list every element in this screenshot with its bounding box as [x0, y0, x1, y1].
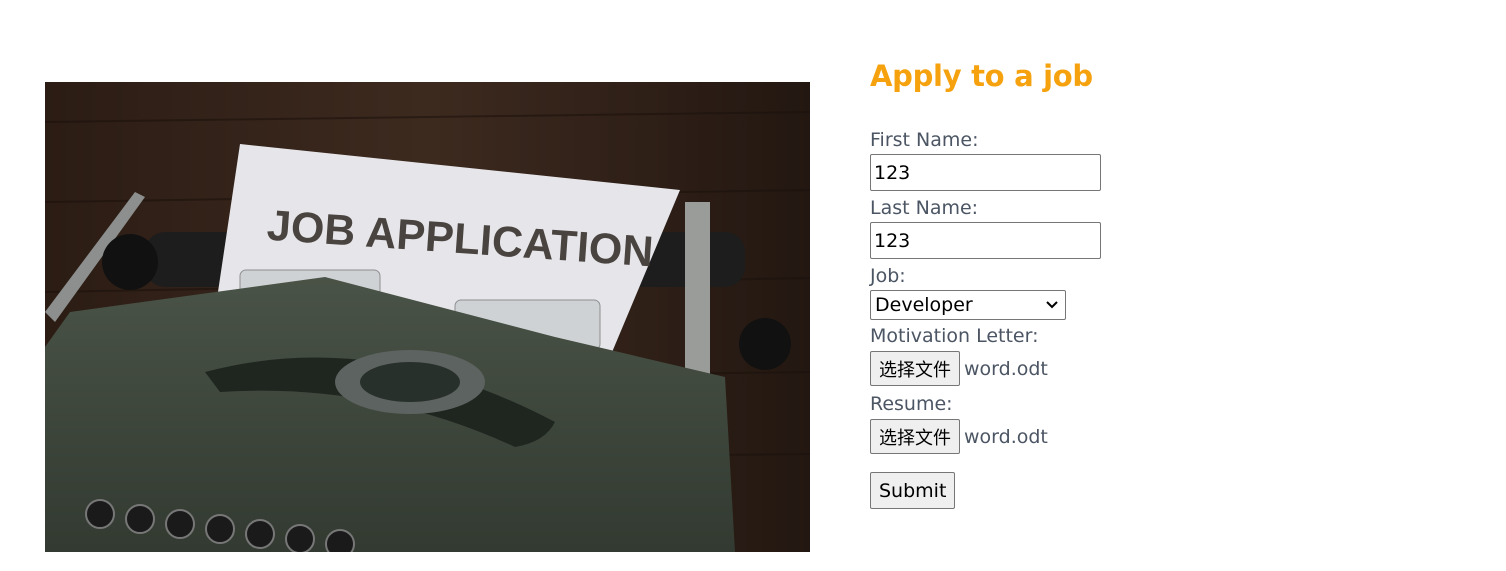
resume-file-input: 选择文件 word.odt [870, 418, 1270, 455]
job-select[interactable]: Developer [870, 290, 1066, 320]
motivation-letter-file-name: word.odt [964, 357, 1048, 380]
chevron-down-icon [1046, 301, 1058, 309]
job-application-photo: JOB APPLICATION [45, 82, 810, 552]
job-label: Job: [870, 265, 906, 287]
job-select-value: Developer [875, 294, 973, 316]
form-heading: Apply to a job [870, 59, 1093, 93]
last-name-label: Last Name: [870, 197, 979, 219]
last-name-input[interactable] [870, 222, 1101, 259]
job-application-form: Apply to a job First Name: Last Name: Jo… [870, 56, 1270, 509]
first-name-input[interactable] [870, 154, 1101, 191]
first-name-label: First Name: [870, 129, 979, 151]
resume-file-name: word.odt [964, 425, 1048, 448]
submit-button[interactable]: Submit [870, 472, 956, 509]
motivation-letter-choose-file-button[interactable]: 选择文件 [870, 351, 960, 386]
motivation-letter-file-input: 选择文件 word.odt [870, 350, 1270, 387]
motivation-letter-label: Motivation Letter: [870, 325, 1039, 347]
resume-choose-file-button[interactable]: 选择文件 [870, 419, 960, 454]
resume-label: Resume: [870, 393, 953, 415]
